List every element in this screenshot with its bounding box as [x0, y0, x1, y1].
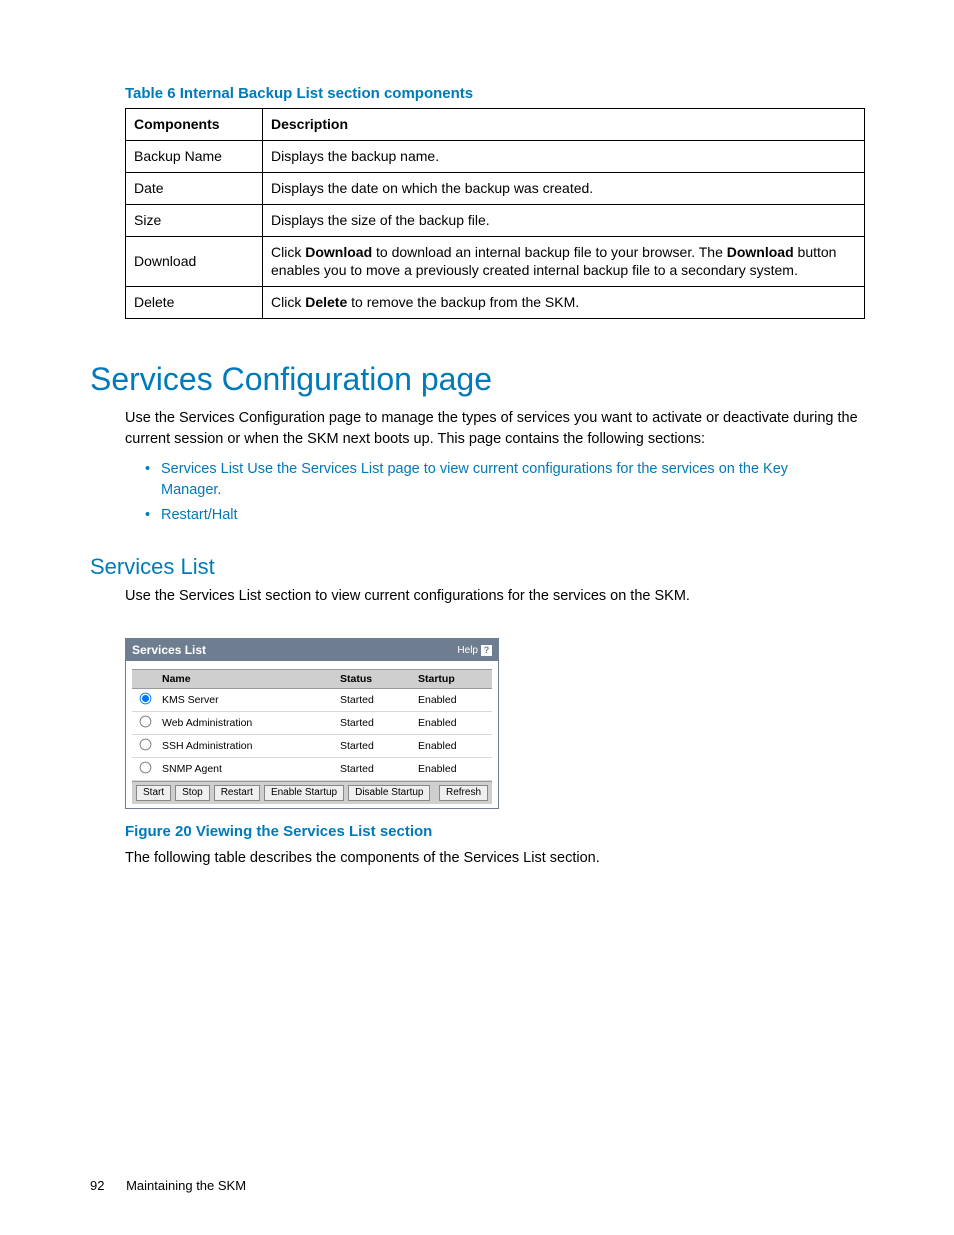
- widget-title: Services List: [132, 643, 206, 657]
- cell-startup: Enabled: [414, 735, 492, 758]
- cell-description: Displays the backup name.: [263, 140, 865, 172]
- paragraph: The following table describes the compon…: [125, 848, 864, 868]
- cell-radio: [132, 712, 158, 735]
- enable-startup-button[interactable]: Enable Startup: [264, 785, 344, 801]
- heading-services-list: Services List: [90, 554, 864, 580]
- cell-radio: [132, 735, 158, 758]
- table6: Components Description Backup NameDispla…: [125, 108, 865, 319]
- services-list-widget: Services List Help ? Name Status Startup…: [125, 638, 499, 809]
- cell-startup: Enabled: [414, 689, 492, 712]
- services-table: Name Status Startup KMS ServerStartedEna…: [132, 669, 492, 781]
- table-row: SSH AdministrationStartedEnabled: [132, 735, 492, 758]
- paragraph: Use the Services List section to view cu…: [125, 586, 864, 606]
- th-status: Status: [336, 670, 414, 689]
- cell-description: Displays the size of the backup file.: [263, 204, 865, 236]
- table6-caption: Table 6 Internal Backup List section com…: [125, 85, 864, 102]
- cell-name: SSH Administration: [158, 735, 336, 758]
- service-radio[interactable]: [139, 716, 151, 728]
- disable-startup-button[interactable]: Disable Startup: [348, 785, 430, 801]
- paragraph: Use the Services Configuration page to m…: [125, 408, 864, 449]
- page-footer: 92 Maintaining the SKM: [90, 1178, 246, 1193]
- figure20-caption: Figure 20 Viewing the Services List sect…: [125, 823, 864, 840]
- list-item[interactable]: Services List Use the Services List page…: [145, 459, 845, 501]
- th-components: Components: [126, 109, 263, 141]
- th-description: Description: [263, 109, 865, 141]
- help-label: Help: [457, 645, 478, 656]
- list-item[interactable]: Restart/Halt: [145, 505, 845, 526]
- help-icon: ?: [481, 645, 492, 656]
- cell-radio: [132, 689, 158, 712]
- cell-component: Date: [126, 172, 263, 204]
- chapter-title: Maintaining the SKM: [126, 1178, 246, 1193]
- widget-button-bar: Start Stop Restart Enable Startup Disabl…: [132, 781, 492, 804]
- table-header-row: Name Status Startup: [132, 670, 492, 689]
- cell-component: Size: [126, 204, 263, 236]
- cell-description: Click Download to download an internal b…: [263, 236, 865, 287]
- cell-component: Delete: [126, 287, 263, 319]
- cell-startup: Enabled: [414, 712, 492, 735]
- cell-component: Download: [126, 236, 263, 287]
- table-row: DateDisplays the date on which the backu…: [126, 172, 865, 204]
- stop-button[interactable]: Stop: [175, 785, 210, 801]
- cell-name: SNMP Agent: [158, 758, 336, 781]
- document-page: Table 6 Internal Backup List section com…: [0, 0, 954, 1235]
- table-row: Web AdministrationStartedEnabled: [132, 712, 492, 735]
- start-button[interactable]: Start: [136, 785, 171, 801]
- refresh-button[interactable]: Refresh: [439, 785, 488, 801]
- cell-component: Backup Name: [126, 140, 263, 172]
- cell-name: Web Administration: [158, 712, 336, 735]
- heading-services-configuration: Services Configuration page: [90, 361, 864, 398]
- cell-startup: Enabled: [414, 758, 492, 781]
- service-radio[interactable]: [139, 693, 151, 705]
- table-row: SizeDisplays the size of the backup file…: [126, 204, 865, 236]
- restart-button[interactable]: Restart: [214, 785, 260, 801]
- help-link[interactable]: Help ?: [457, 645, 492, 656]
- table-row: SNMP AgentStartedEnabled: [132, 758, 492, 781]
- th-radio: [132, 670, 158, 689]
- cell-description: Displays the date on which the backup wa…: [263, 172, 865, 204]
- cell-description: Click Delete to remove the backup from t…: [263, 287, 865, 319]
- cell-status: Started: [336, 689, 414, 712]
- cell-status: Started: [336, 758, 414, 781]
- service-radio[interactable]: [139, 739, 151, 751]
- table-row: Backup NameDisplays the backup name.: [126, 140, 865, 172]
- th-name: Name: [158, 670, 336, 689]
- cell-status: Started: [336, 735, 414, 758]
- table-header-row: Components Description: [126, 109, 865, 141]
- table-row: DeleteClick Delete to remove the backup …: [126, 287, 865, 319]
- th-startup: Startup: [414, 670, 492, 689]
- table-row: KMS ServerStartedEnabled: [132, 689, 492, 712]
- cell-name: KMS Server: [158, 689, 336, 712]
- cell-status: Started: [336, 712, 414, 735]
- widget-body: Name Status Startup KMS ServerStartedEna…: [126, 661, 498, 808]
- bullets: Services List Use the Services List page…: [145, 459, 845, 526]
- service-radio[interactable]: [139, 762, 151, 774]
- table-row: DownloadClick Download to download an in…: [126, 236, 865, 287]
- cell-radio: [132, 758, 158, 781]
- widget-header: Services List Help ?: [126, 639, 498, 661]
- page-number: 92: [90, 1178, 104, 1193]
